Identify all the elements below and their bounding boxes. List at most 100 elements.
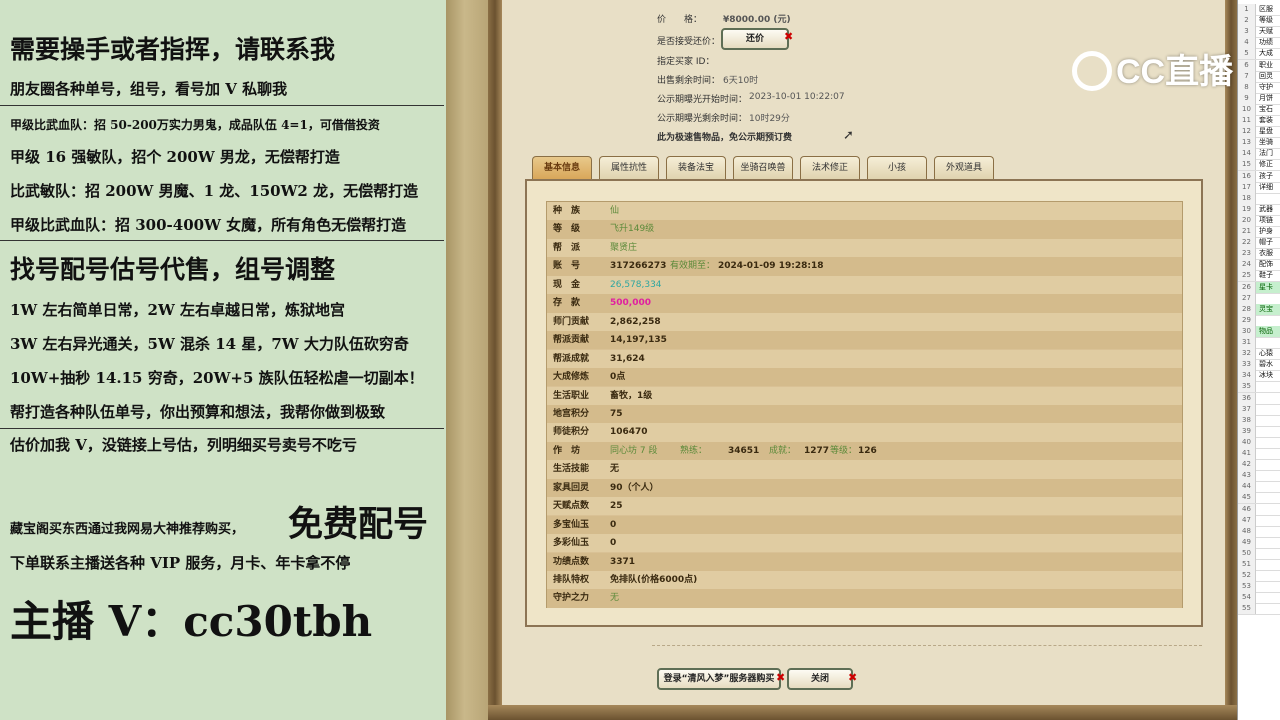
promo-panel: 需要操手或者指挥，请联系我 朋友圈各种单号，组号，看号加 V 私聊我 甲级比武血… [0,0,446,720]
row-label: 现 金 [553,279,581,290]
sheet-row-number: 31 [1238,337,1256,348]
counter-offer-button[interactable]: 还价 [721,28,789,50]
table-row: 天赋点数 25 [547,497,1182,516]
sheet-row-number: 15 [1238,159,1256,171]
table-row: 排队特权 免排队(价格6000点) [547,571,1182,590]
sheet-row-number: 28 [1238,303,1256,315]
row-extra: 2024-01-09 19:28:18 [718,261,824,272]
frame-left [446,0,492,720]
public-start-row: 公示期曝光开始时间： 2023-10-01 10:22:07 [657,92,845,105]
row-label: 师徒积分 [553,427,590,438]
row-label: 地宫积分 [553,408,590,419]
sheet-row-number: 11 [1238,115,1256,126]
sheet-row-number: 37 [1238,403,1256,415]
close-button[interactable]: 关闭 [787,668,853,690]
sheet-row-number: 44 [1238,481,1256,493]
sheet-cell: 帽子 [1259,238,1273,247]
table-row: 帮派成就 31,624 [547,349,1182,368]
promo-line: 估价加我 V，没链接上号估，列明细买号卖号不吃亏 [10,436,357,454]
sheet-row-number: 19 [1238,203,1256,215]
close-x-icon: ✖ [848,671,858,684]
sheet-cell: 详细 [1259,182,1273,191]
row-value: 90（个人） [610,482,659,493]
sheet-row-number: 7 [1238,70,1256,82]
tab-basic-info[interactable]: 基本信息 [532,156,592,179]
sheet-row-number: 55 [1238,603,1256,615]
frame-right-edge [1225,0,1237,720]
sheet-row-number: 12 [1238,126,1256,138]
sale-remain-label: 出售剩余时间： [657,76,721,86]
sheet-row-number: 54 [1238,592,1256,604]
sheet-cell: 项链 [1259,215,1273,224]
table-row: 帮 派 聚贤庄 [547,238,1182,258]
row-value: 106470 [610,427,648,438]
row-label: 家具回灵 [553,482,590,493]
sheet-cell [1256,294,1259,302]
promo-line: 朋友圈各种单号，组号，看号加 V 私聊我 [10,80,288,98]
tab-equipment[interactable]: 装备法宝 [666,156,726,179]
promo-highlight: 免费配号 [288,504,429,545]
sheet-cell: 星盘 [1259,127,1273,136]
table-row: 地宫积分 75 [547,404,1182,424]
tab-attributes[interactable]: 属性抗性 [599,156,659,179]
public-remain-value: 10时29分 [749,114,790,124]
tab-mounts-pets[interactable]: 坐骑召唤兽 [733,156,793,179]
spreadsheet-strip: 1 区服 2 等级 3 天赋 4 功绩 5 大成 6 职业 7 回灵 8 守护 9 月饼 10 宝石 11 套装 12 星盘 1… [1237,0,1280,720]
sheet-row-number: 22 [1238,237,1256,249]
sheet-cell: 大成 [1259,49,1273,58]
sheet-row-number: 13 [1238,137,1256,149]
row-extra: 126 [858,445,877,456]
row-label: 排队特权 [553,575,590,585]
table-row: 多宝仙玉 0 [547,515,1182,534]
table-row: 存 款 500,000 [547,294,1182,313]
row-value: 3371 [610,556,636,567]
row-label: 帮派成就 [553,353,590,364]
tab-appearance[interactable]: 外观道具 [934,156,994,179]
sheet-cell: 功绩 [1259,38,1273,47]
sheet-row-number: 50 [1238,547,1256,559]
sheet-row-number: 51 [1238,559,1256,570]
sale-remain-value: 6天10时 [723,76,759,86]
sheet-row-number: 33 [1238,359,1256,371]
row-label: 多彩仙玉 [553,538,590,549]
sheet-row-number: 39 [1238,425,1256,437]
sheet-cell [1256,538,1259,546]
sheet-row-number: 16 [1238,170,1256,182]
sheet-cell [1256,527,1259,535]
sheet-cell: 回灵 [1259,71,1273,80]
sheet-cell: 护身 [1259,227,1273,235]
table-row: 大成修炼 0点 [547,368,1182,387]
sheet-row-number: 30 [1238,325,1256,337]
promo-line: 需要操手或者指挥，请联系我 [10,35,336,64]
sheet-cell [1256,382,1259,390]
row-extra: 熟练： [680,445,708,456]
sheet-cell [1256,493,1259,501]
sheet-row-number: 47 [1238,514,1256,526]
row-value: 0点 [610,372,626,383]
sheet-cell: 区服 [1259,5,1273,13]
sheet-cell: 守护 [1259,82,1273,91]
sheet-cell [1256,427,1259,435]
sheet-row-number: 21 [1238,226,1256,237]
cc-logo-icon [1072,51,1112,92]
sheet-row-number: 41 [1238,448,1256,459]
sheet-cell [1256,560,1259,568]
sheet-cell: 武器 [1259,204,1273,213]
sheet-cell: 冰块 [1259,371,1273,380]
row-label: 种 族 [553,206,581,216]
sheet-cell: 碧水 [1259,360,1273,369]
sheet-row-number: 10 [1238,103,1256,115]
row-label: 大成修炼 [553,372,590,383]
promo-line: 帮打造各种队伍单号，你出预算和想法，我帮你做到极致 [10,403,386,421]
sheet-row-number: 43 [1238,470,1256,482]
login-buy-button[interactable]: 登录“清风入梦”服务器购买 [657,668,781,690]
sheet-cell [1256,604,1259,612]
tab-spell-correction[interactable]: 法术修正 [800,156,860,179]
sheet-row-number: 5 [1238,48,1256,60]
row-label: 守护之力 [553,593,590,604]
sheet-row-number: 14 [1238,148,1256,160]
tab-children[interactable]: 小孩 [867,156,927,179]
table-row: 功绩点数 3371 [547,552,1182,571]
buyer-id-row: 指定买家 ID： [657,54,714,67]
sheet-row[interactable]: 55 [1238,603,1280,616]
